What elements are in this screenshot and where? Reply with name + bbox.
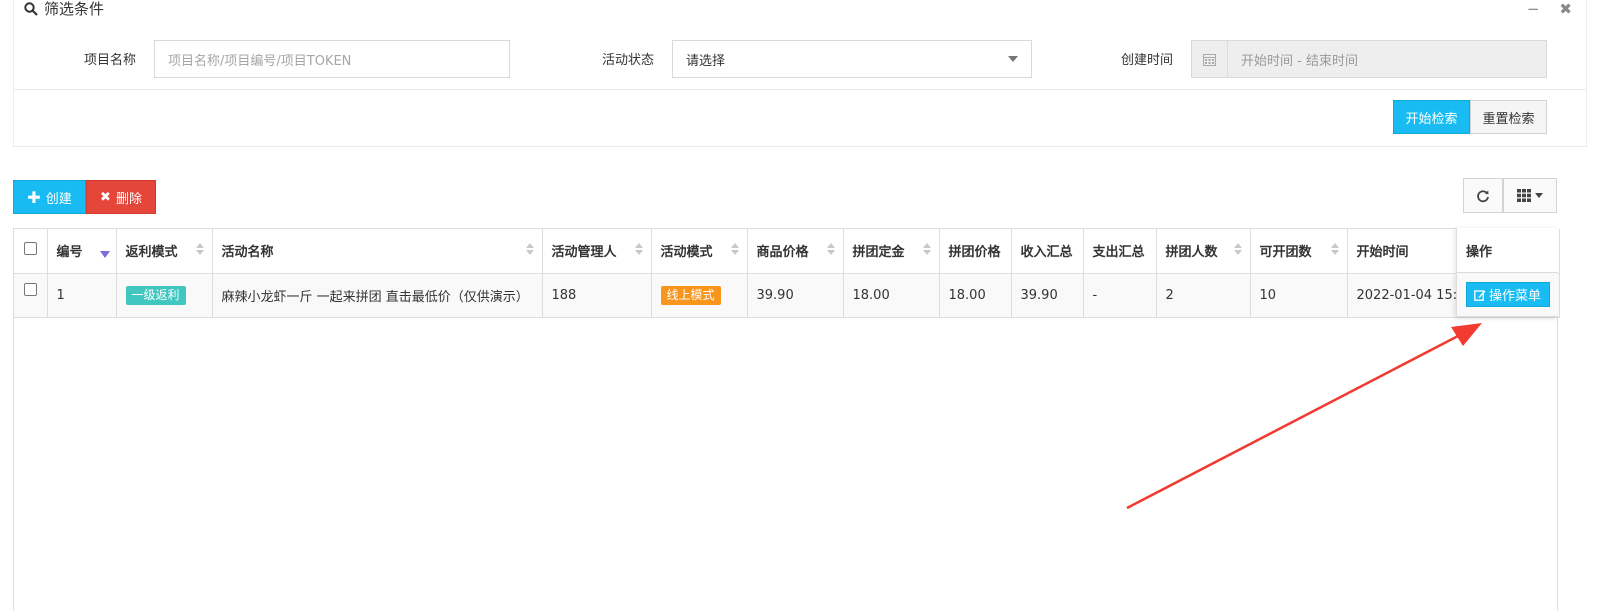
create-button-label: 创建 [45,191,72,207]
table-header-row: 编号 返利模式 活动名称 活动管理人 活动模式 商品价格 拼团定金 拼团价格 收… [14,229,1560,274]
column-header: 开始时间 [1347,229,1458,274]
refresh-icon [1477,189,1489,202]
delete-button-label: 删除 [115,191,142,207]
action-menu-label: 操作菜单 [1488,289,1541,304]
column-header[interactable]: 商品价格 [747,229,844,274]
activity-status-value: 请选择 [686,53,726,69]
sort-icon [1233,243,1242,255]
action-menu-button[interactable]: 操作菜单 [1465,282,1550,307]
sort-icon [1330,243,1339,255]
sort-icon [922,243,931,255]
cell-available-groups: 10 [1250,273,1348,318]
action-column-header: 操作 [1456,228,1558,273]
column-header[interactable]: 活动名称 [212,229,543,274]
filter-panel-title: 筛选条件 [44,0,105,18]
table-row[interactable]: 1 一级返利 麻辣小龙虾一斤 一起来拼团 直击最低价（仅供演示） 188 线上模… [14,273,1560,318]
column-header[interactable]: 活动管理人 [542,229,652,274]
minus-icon[interactable]: − [1527,0,1540,18]
column-header[interactable]: 拼团定金 [843,229,940,274]
cell-activity-name: 麻辣小龙虾一斤 一起来拼团 直击最低价（仅供演示） [212,273,543,318]
activity-mode-badge: 线上模式 [660,285,721,305]
activity-status-select[interactable]: 请选择 [672,40,1032,78]
filter-panel-header: 筛选条件 [24,0,104,19]
filter-divider [13,89,1587,90]
action-cell: 操作菜单 [1456,273,1558,317]
panel-bottom-divider [13,146,1587,147]
column-header: 收入汇总 [1011,229,1084,274]
close-icon[interactable]: ✖ [1559,0,1572,18]
reset-search-button[interactable]: 重置检索 [1470,100,1547,134]
cell-id: 1 [47,273,117,318]
search-icon [24,1,38,16]
chevron-down-icon [1535,193,1543,198]
sort-icon [634,243,643,255]
refresh-button[interactable] [1463,178,1503,213]
sort-icon [826,243,835,255]
calendar-icon [1192,41,1228,77]
cell-income: 39.90 [1011,273,1084,318]
column-header[interactable]: 拼团人数 [1156,229,1251,274]
close-x-icon: ✖ [100,189,111,205]
activity-status-label: 活动状态 [602,53,655,68]
start-search-button[interactable]: 开始检索 [1393,100,1470,134]
created-time-range-input[interactable]: 开始时间 - 结束时间 [1191,40,1547,78]
cell-expense: - [1083,273,1157,318]
column-header[interactable]: 返利模式 [116,229,213,274]
plus-icon: ✚ [27,187,41,207]
select-all-checkbox[interactable] [24,242,37,256]
created-time-label: 创建时间 [1121,53,1174,68]
panel-controls: − ✖ [1527,0,1572,18]
cell-activity-mode: 线上模式 [651,273,748,318]
sort-icon [730,243,739,255]
sort-desc-icon [99,251,110,258]
sort-icon [195,243,204,255]
project-name-label: 项目名称 [84,53,137,68]
cell-price: 39.90 [747,273,844,318]
cell-group-size: 2 [1156,273,1251,318]
data-table: 编号 返利模式 活动名称 活动管理人 活动模式 商品价格 拼团定金 拼团价格 收… [13,228,1560,611]
cell-group-price: 18.00 [939,273,1012,318]
grid-columns-icon [1517,189,1531,202]
cell-deposit: 18.00 [843,273,940,318]
cell-rebate-mode: 一级返利 [116,273,213,318]
column-header[interactable]: 编号 [47,229,117,274]
chevron-down-icon [1008,56,1018,62]
project-name-input[interactable]: 项目名称/项目编号/项目TOKEN [154,40,510,78]
row-checkbox[interactable] [24,282,37,296]
cell-start-time: 2022-01-04 15:23 [1347,273,1458,318]
rebate-mode-badge: 一级返利 [125,285,186,305]
create-button[interactable]: ✚ 创建 [13,180,86,214]
column-header: 拼团价格 [939,229,1012,274]
cell-manager: 188 [542,273,652,318]
column-header[interactable]: 可开团数 [1250,229,1348,274]
delete-button[interactable]: ✖ 删除 [86,180,156,214]
sort-icon [525,243,534,255]
column-header: 支出汇总 [1083,229,1157,274]
column-header[interactable]: 活动模式 [651,229,748,274]
edit-icon [1474,289,1486,301]
project-name-placeholder: 项目名称/项目编号/项目TOKEN [168,53,352,69]
columns-toggle-button[interactable] [1503,178,1557,213]
created-time-placeholder: 开始时间 - 结束时间 [1241,53,1358,69]
